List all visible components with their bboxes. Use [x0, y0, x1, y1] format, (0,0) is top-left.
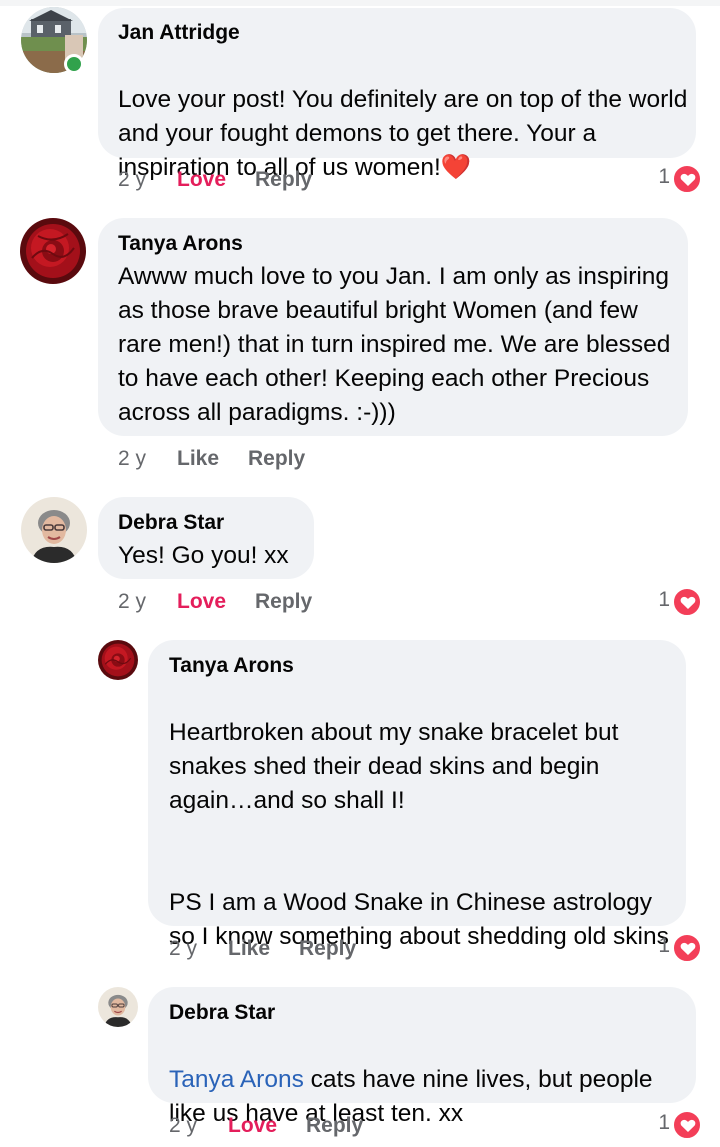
comment-text-body: Love your post! You definitely are on to…: [118, 86, 688, 181]
mention-link[interactable]: Tanya Arons: [169, 1066, 304, 1093]
comment-author[interactable]: Tanya Arons: [169, 654, 294, 678]
comment-text: Awww much love to you Jan. I am only as …: [118, 263, 671, 426]
comment-author[interactable]: Jan Attridge: [118, 21, 240, 45]
comment-paragraph: Heartbroken about my snake bracelet but …: [169, 719, 619, 814]
avatar-tanya-arons[interactable]: [20, 218, 86, 284]
comment-actions: 2 y Love Reply: [118, 590, 418, 616]
comment-time[interactable]: 2 y: [118, 590, 146, 614]
reply-button[interactable]: Reply: [255, 168, 312, 192]
reply-button[interactable]: Reply: [255, 590, 312, 614]
reaction-summary[interactable]: 1: [640, 587, 702, 617]
avatar-debra-star[interactable]: [21, 497, 87, 563]
love-reaction-button[interactable]: Love: [177, 590, 226, 614]
love-reaction-button[interactable]: Love: [228, 1114, 277, 1138]
top-divider: [0, 0, 720, 6]
comment-author[interactable]: Tanya Arons: [118, 232, 243, 256]
comment-text: Love your post! You definitely are on to…: [118, 49, 688, 185]
reaction-count: 1: [658, 165, 670, 188]
comment-actions: 2 y Love Reply: [169, 1114, 469, 1140]
reaction-summary[interactable]: 1: [640, 1110, 702, 1140]
like-button[interactable]: Like: [228, 937, 270, 961]
comment-author[interactable]: Debra Star: [118, 511, 224, 535]
comment-actions: 2 y Like Reply: [169, 937, 469, 963]
heart-reaction-icon: [672, 1110, 702, 1140]
like-button[interactable]: Like: [177, 447, 219, 471]
comment-text: Yes! Go you! xx: [118, 542, 289, 569]
love-reaction-button[interactable]: Love: [177, 168, 226, 192]
reaction-count: 1: [658, 588, 670, 611]
reaction-count: 1: [658, 934, 670, 957]
reaction-summary[interactable]: 1: [640, 933, 702, 963]
comment-time[interactable]: 2 y: [169, 1114, 197, 1138]
online-status-dot: [64, 54, 84, 74]
comment-actions: 2 y Like Reply: [118, 447, 418, 473]
heart-reaction-icon: [672, 587, 702, 617]
reaction-summary[interactable]: 1: [640, 164, 702, 194]
avatar-tanya-arons[interactable]: [98, 640, 138, 680]
comment-time[interactable]: 2 y: [118, 168, 146, 192]
reaction-count: 1: [658, 1111, 670, 1134]
avatar-debra-star[interactable]: [98, 987, 138, 1027]
comment-time[interactable]: 2 y: [169, 937, 197, 961]
heart-reaction-icon: [672, 933, 702, 963]
red-heart-emoji: ❤️: [440, 154, 472, 181]
heart-reaction-icon: [672, 164, 702, 194]
comment-time[interactable]: 2 y: [118, 447, 146, 471]
reply-button[interactable]: Reply: [248, 447, 305, 471]
comment-actions: 2 y Love Reply: [118, 168, 418, 194]
reply-button[interactable]: Reply: [299, 937, 356, 961]
reply-button[interactable]: Reply: [306, 1114, 363, 1138]
comment-author[interactable]: Debra Star: [169, 1001, 275, 1025]
